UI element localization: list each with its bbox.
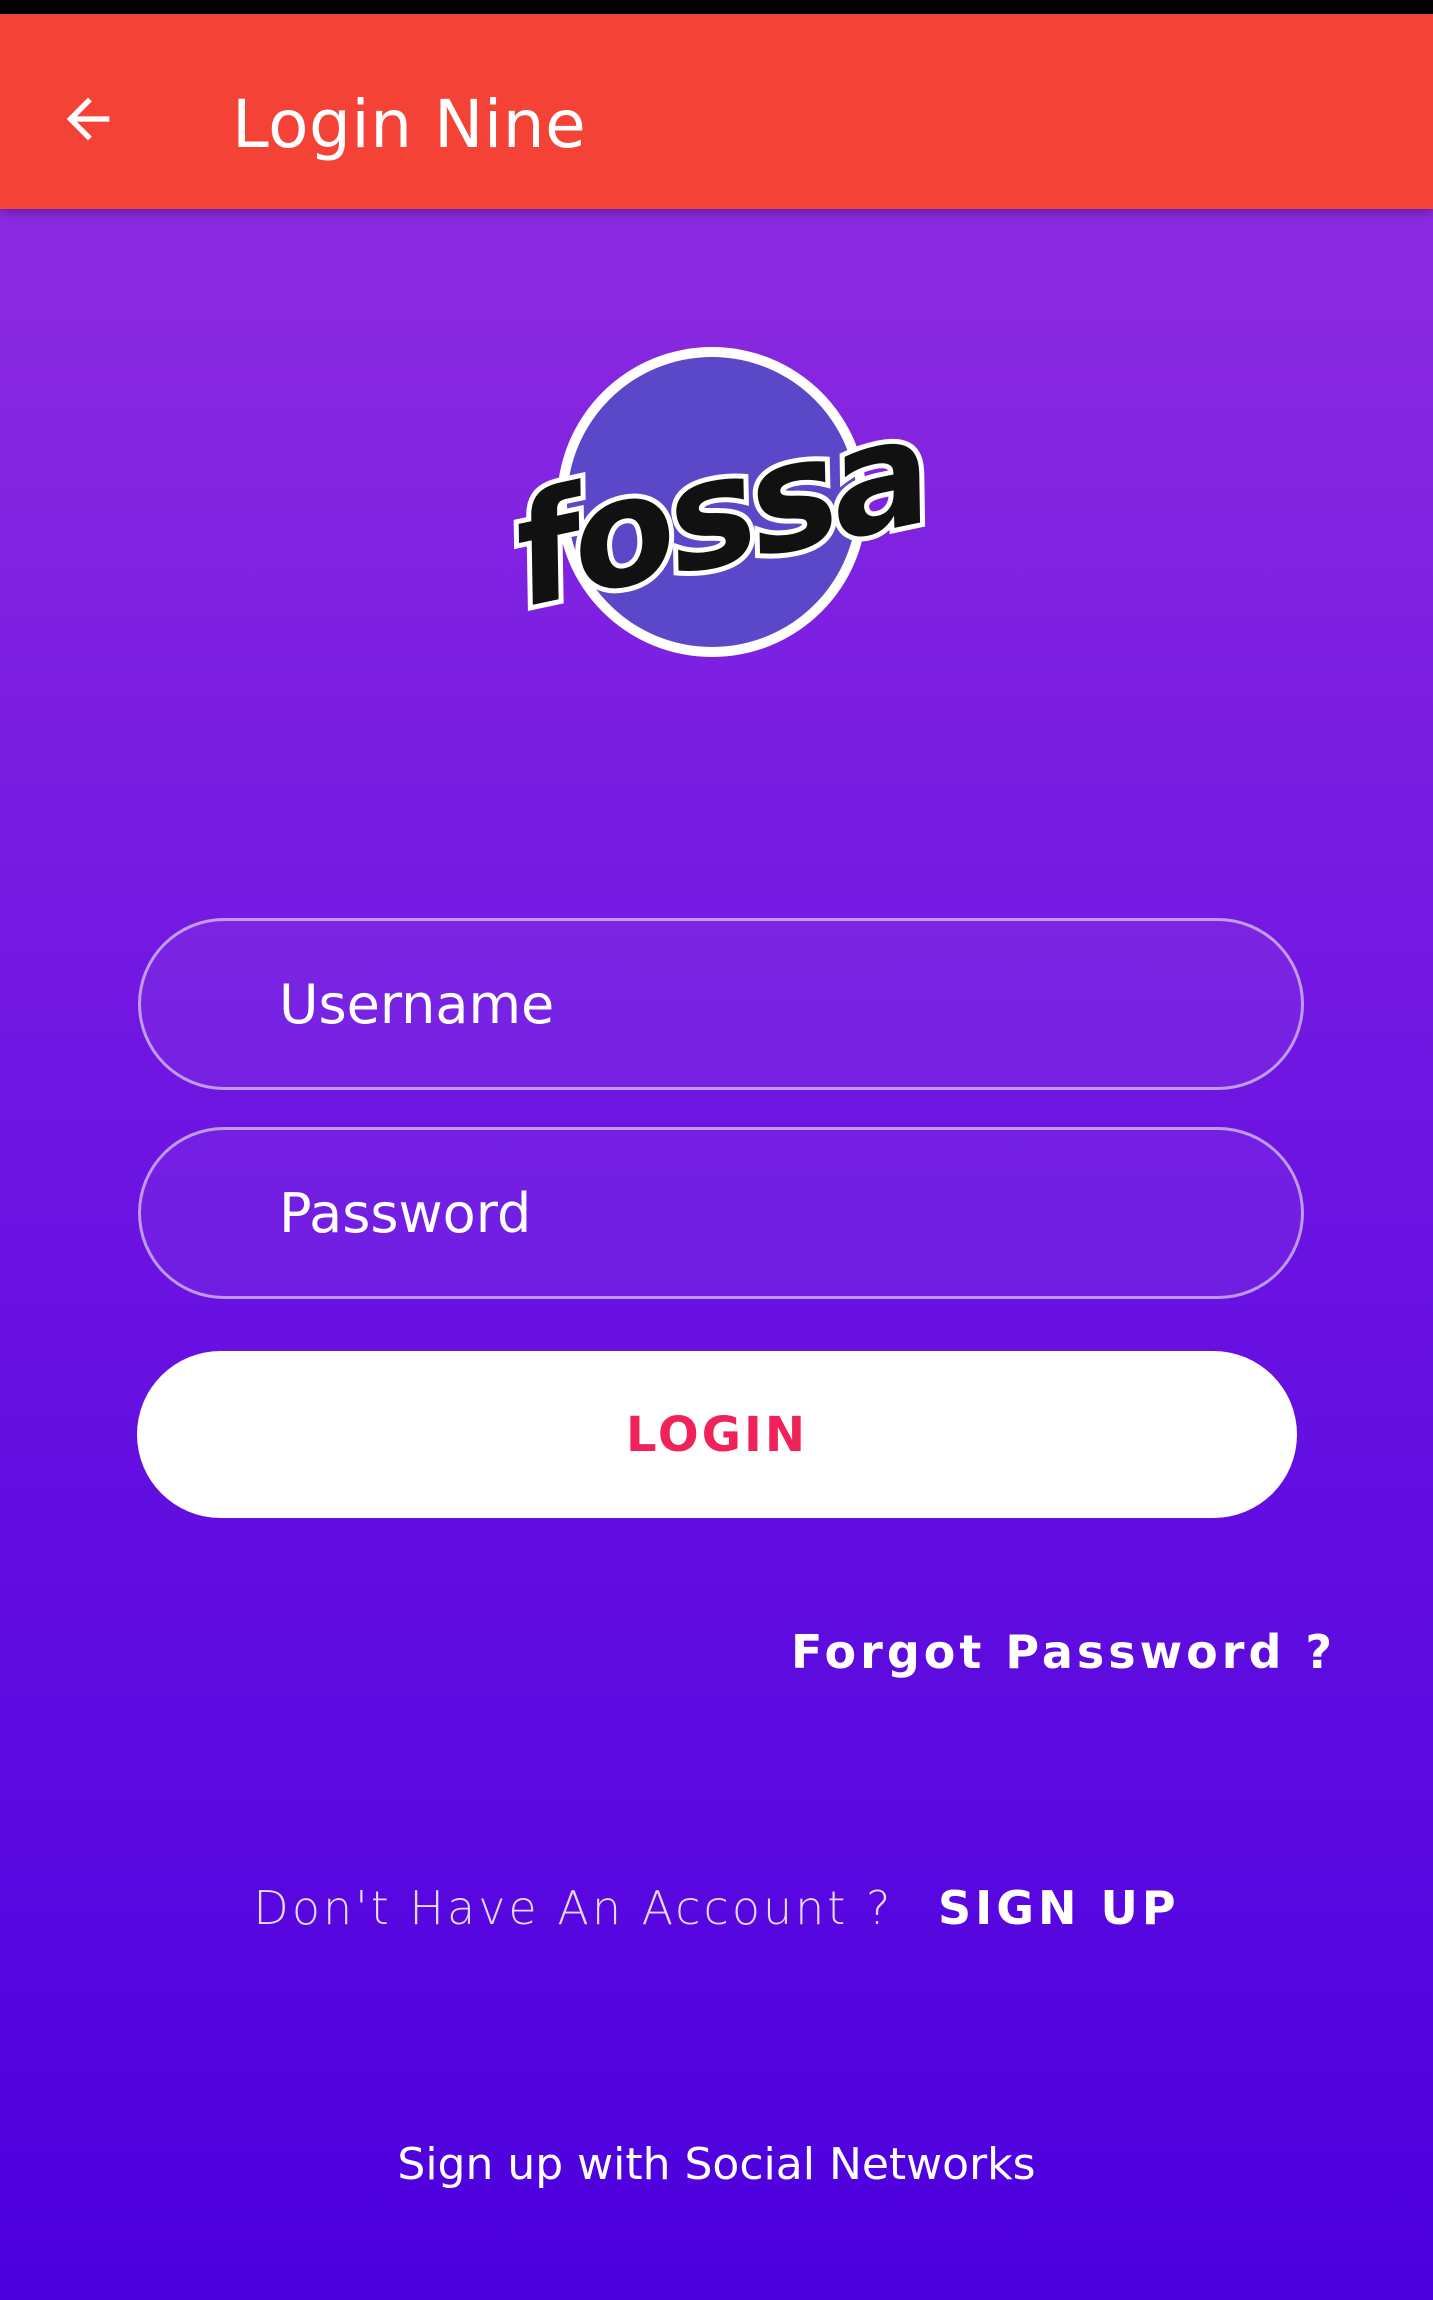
signup-row: Don't Have An Account ? SIGN UP [0, 1881, 1433, 1935]
sign-up-link[interactable]: SIGN UP [938, 1881, 1180, 1935]
fossa-logo: fossa [491, 347, 946, 657]
no-account-text: Don't Have An Account ? [253, 1881, 894, 1935]
username-input[interactable] [279, 972, 1250, 1036]
password-input[interactable] [279, 1181, 1250, 1245]
login-button[interactable]: LOGIN [137, 1351, 1297, 1518]
page-title: Login Nine [232, 86, 587, 163]
password-field[interactable] [138, 1127, 1304, 1299]
arrow-left-icon [66, 97, 109, 140]
username-field[interactable] [138, 918, 1304, 1090]
back-button[interactable] [45, 76, 130, 161]
forgot-password-link[interactable]: Forgot Password ? [791, 1625, 1336, 1679]
app-bar: Login Nine [0, 14, 1433, 209]
social-signup-link[interactable]: Sign up with Social Networks [0, 2139, 1433, 2190]
login-content: fossa LOGIN Forgot Password ? Don't Have… [0, 209, 1433, 2300]
status-bar [0, 0, 1433, 14]
